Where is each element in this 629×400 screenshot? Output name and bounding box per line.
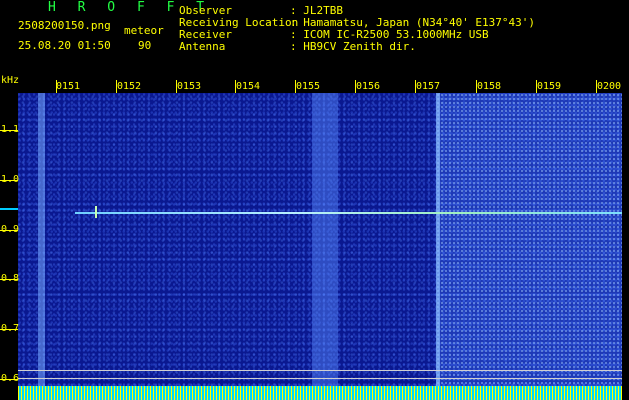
x-tick-0157: 0157 <box>416 81 441 92</box>
axis-unit-label: kHz <box>1 75 20 86</box>
file-name: 2508200150.png <box>18 19 111 32</box>
hrofft-spectrogram-window: H R O F F T 2508200150.png 25.08.20 01:5… <box>0 0 629 400</box>
x-tick-0158: 0158 <box>477 81 502 92</box>
x-tick-0200: 0200 <box>597 81 622 92</box>
spectrogram-plot <box>18 93 622 400</box>
carrier-trace-line <box>75 212 622 214</box>
y-tick-1-1: 1.1 <box>1 124 20 135</box>
reference-line-upper <box>18 370 622 371</box>
date-time: 25.08.20 01:50 <box>18 39 111 52</box>
x-tick-0159: 0159 <box>537 81 562 92</box>
y-tick-0-8: 0.8 <box>1 273 20 284</box>
info-key-antenna: Antenna <box>179 40 226 53</box>
meteor-echo-mark <box>95 206 97 218</box>
meteor-count: 90 <box>138 39 152 52</box>
noise-band-0155 <box>312 93 338 400</box>
noise-band-left <box>38 93 45 400</box>
signal-level-bar <box>18 386 622 400</box>
x-tick-0155: 0155 <box>296 81 321 92</box>
x-tick-0154: 0154 <box>236 81 261 92</box>
x-tick-0153: 0153 <box>177 81 202 92</box>
info-value-antenna: : HB9CV Zenith dir. <box>290 40 416 53</box>
reference-line-lower <box>18 378 622 379</box>
x-tick-0156: 0156 <box>356 81 381 92</box>
noise-band-right <box>436 93 622 400</box>
y-tick-0-9: 0.9 <box>1 224 20 235</box>
noise-band-0157 <box>436 93 440 400</box>
meteor-label: meteor <box>124 24 164 37</box>
y-tick-0-6: 0.6 <box>1 373 20 384</box>
y-tick-0-7: 0.7 <box>1 323 20 334</box>
x-tick-0152: 0152 <box>117 81 142 92</box>
x-tick-0151: 0151 <box>56 81 81 92</box>
y-tick-1-0: 1.0 <box>1 174 20 185</box>
baseline-marker <box>0 208 18 210</box>
